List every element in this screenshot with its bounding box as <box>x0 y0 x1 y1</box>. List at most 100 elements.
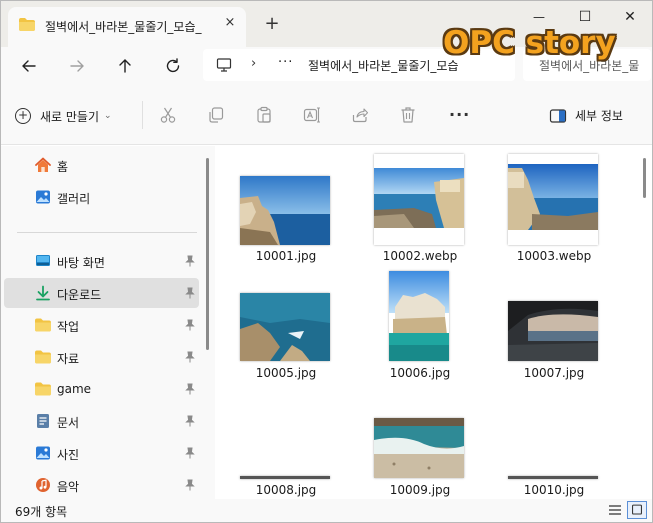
rename-icon[interactable] <box>303 106 321 124</box>
sidebar-item-desktop[interactable]: 바탕 화면 <box>4 246 199 276</box>
image-thumbnail <box>374 154 464 245</box>
document-icon <box>37 414 49 428</box>
watermark-logo: OPC story <box>443 25 616 61</box>
sidebar-item-downloads[interactable]: 다운로드 <box>4 278 199 308</box>
sidebar-item-label: 음악 <box>57 480 80 494</box>
desktop-icon <box>36 255 50 266</box>
file-tile[interactable]: 10001.jpg <box>231 154 341 269</box>
item-count: 69개 항목 <box>15 505 68 519</box>
pin-icon[interactable] <box>184 319 196 331</box>
file-name: 10010.jpg <box>523 483 585 497</box>
content-scrollbar[interactable] <box>643 158 646 198</box>
details-pane-icon <box>549 108 567 123</box>
toolbar-divider <box>142 101 143 129</box>
file-tile[interactable]: 10010.jpg <box>499 388 609 499</box>
sidebar-item-label: 갤러리 <box>57 192 91 206</box>
details-pane-button[interactable]: 세부 정보 <box>549 107 623 124</box>
close-window-button[interactable]: ✕ <box>620 7 640 27</box>
image-thumbnail <box>508 154 598 245</box>
file-name: 10008.jpg <box>255 483 317 497</box>
pin-icon[interactable] <box>184 479 196 491</box>
tab-close-button[interactable]: × <box>222 15 238 31</box>
image-thumbnail <box>240 293 330 361</box>
file-tile[interactable]: 10005.jpg <box>231 271 341 386</box>
folder-icon <box>35 350 51 364</box>
sidebar-scrollbar[interactable] <box>206 158 209 350</box>
forward-arrow-icon[interactable] <box>67 56 87 76</box>
pin-icon[interactable] <box>184 415 196 427</box>
refresh-icon[interactable] <box>163 56 183 76</box>
folder-icon <box>35 382 51 396</box>
pin-icon[interactable] <box>184 351 196 363</box>
delete-icon[interactable] <box>399 106 417 124</box>
pin-icon[interactable] <box>184 287 196 299</box>
sidebar-item-label: 문서 <box>57 416 80 430</box>
image-thumbnail <box>240 176 330 245</box>
new-button-label: 새로 만들기 <box>40 109 100 124</box>
computer-icon <box>216 58 232 72</box>
file-name: 10003.webp <box>516 249 592 263</box>
breadcrumb-current-folder[interactable]: 절벽에서_바라본_물줄기_모습 <box>308 57 458 74</box>
sidebar-item-label: game <box>57 382 92 396</box>
breadcrumb-overflow-button[interactable]: ··· <box>278 55 293 70</box>
file-name: 10002.webp <box>382 249 458 263</box>
status-bar: 69개 항목 <box>1 499 652 522</box>
sidebar-item-label: 다운로드 <box>57 288 102 302</box>
tab-current-folder[interactable]: 절벽에서_바라본_물줄기_모습_ × <box>8 7 246 47</box>
tab-title: 절벽에서_바라본_물줄기_모습_ <box>45 20 202 34</box>
pin-icon[interactable] <box>184 255 196 267</box>
file-tile[interactable]: 10008.jpg <box>231 388 341 499</box>
command-bar: + 새로 만들기 ⌄ ··· 세부 정보 <box>1 85 652 145</box>
sidebar-item-game[interactable]: game <box>4 374 199 404</box>
details-view-icon[interactable] <box>605 501 625 519</box>
copy-icon[interactable] <box>207 106 225 124</box>
sidebar-item-label: 사진 <box>57 448 80 462</box>
file-tile[interactable]: 10007.jpg <box>499 271 609 386</box>
file-tile[interactable]: 10002.webp <box>365 154 475 269</box>
sidebar-item-materials[interactable]: 자료 <box>4 342 199 372</box>
up-arrow-icon[interactable] <box>115 56 135 76</box>
file-list: 10001.jpg 10002.webp 10003.webp 10005.jp… <box>215 146 652 499</box>
back-arrow-icon[interactable] <box>19 56 39 76</box>
folder-icon <box>35 318 51 332</box>
sidebar-item-pictures[interactable]: 사진 <box>4 438 199 468</box>
more-options-button[interactable]: ··· <box>449 105 470 124</box>
sidebar-item-label: 자료 <box>57 352 80 366</box>
file-name: 10005.jpg <box>255 366 317 380</box>
details-pane-label: 세부 정보 <box>575 109 623 123</box>
plus-icon: + <box>15 108 31 124</box>
download-icon <box>36 285 50 301</box>
sidebar-item-work[interactable]: 작업 <box>4 310 199 340</box>
cut-icon[interactable] <box>159 106 177 124</box>
sidebar-item-label: 바탕 화면 <box>57 256 105 270</box>
sidebar-item-label: 홈 <box>57 160 69 174</box>
sidebar-item-documents[interactable]: 문서 <box>4 406 199 436</box>
new-button[interactable]: + 새로 만들기 ⌄ <box>15 105 112 127</box>
new-tab-button[interactable]: + <box>263 15 281 33</box>
breadcrumb-chevron-icon[interactable]: › <box>251 56 256 71</box>
image-thumbnail <box>389 271 449 361</box>
maximize-button[interactable]: ☐ <box>575 7 595 27</box>
file-tile[interactable]: 10009.jpg <box>365 388 475 499</box>
music-icon <box>36 478 50 492</box>
pictures-icon <box>36 446 50 460</box>
image-thumbnail <box>374 418 464 478</box>
file-tile[interactable]: 10003.webp <box>499 154 609 269</box>
image-thumbnail <box>508 476 598 479</box>
navigation-pane: 홈 갤러리 바탕 화면 다운로드 작업 자료 game 문서 사진 음악 <box>1 146 215 499</box>
pin-icon[interactable] <box>184 383 196 395</box>
pin-icon[interactable] <box>184 447 196 459</box>
minimize-button[interactable]: — <box>529 7 549 27</box>
sidebar-item-music[interactable]: 음악 <box>4 470 199 500</box>
large-icons-view-icon[interactable] <box>627 501 647 519</box>
share-icon[interactable] <box>351 106 369 124</box>
file-tile[interactable]: 10006.jpg <box>365 271 475 386</box>
chevron-down-icon: ⌄ <box>104 111 112 121</box>
gallery-icon <box>36 190 50 204</box>
file-name: 10009.jpg <box>389 483 451 497</box>
sidebar-item-gallery[interactable]: 갤러리 <box>4 182 199 212</box>
paste-icon[interactable] <box>255 106 273 124</box>
file-name: 10007.jpg <box>523 366 585 380</box>
folder-icon <box>19 18 35 31</box>
sidebar-item-home[interactable]: 홈 <box>4 150 199 180</box>
